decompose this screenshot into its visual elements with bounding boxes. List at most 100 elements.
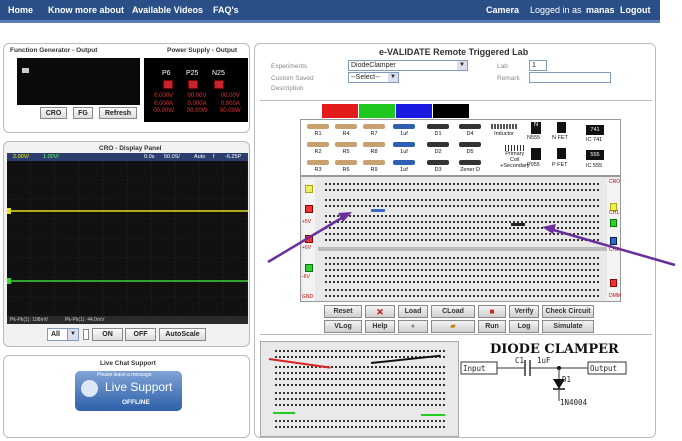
breadboard-component[interactable] bbox=[371, 209, 385, 212]
cro-button[interactable]: CRO bbox=[40, 107, 67, 119]
diode-d1[interactable] bbox=[427, 124, 449, 129]
capacitor-1uf[interactable] bbox=[393, 160, 415, 165]
capacitor-1uf[interactable] bbox=[393, 142, 415, 147]
wire-color-blue[interactable] bbox=[396, 104, 432, 118]
breadboard-hole-row[interactable] bbox=[325, 233, 601, 235]
breadboard-hole-row[interactable] bbox=[325, 205, 601, 207]
resistor-r2[interactable] bbox=[307, 142, 329, 147]
breadboard-hole-row[interactable] bbox=[325, 257, 601, 259]
resistor-r9[interactable] bbox=[363, 160, 385, 165]
nav-know-more-link[interactable]: Know more about bbox=[48, 5, 124, 15]
nav-home-link[interactable]: Home bbox=[8, 5, 33, 15]
run-button[interactable]: Run bbox=[478, 320, 506, 333]
folder-icon-button[interactable]: ▰ bbox=[431, 320, 475, 333]
remark-field[interactable] bbox=[529, 72, 611, 83]
resistor-r7[interactable] bbox=[363, 124, 385, 129]
breadboard-hole-row[interactable] bbox=[325, 221, 601, 223]
autoscale-button[interactable]: AutoScale bbox=[159, 328, 206, 341]
capacitor-1uf[interactable] bbox=[393, 124, 415, 129]
breadboard-hole-row[interactable] bbox=[325, 239, 601, 241]
breadboard-hole-row[interactable] bbox=[325, 295, 601, 297]
fg-button[interactable]: FG bbox=[73, 107, 93, 119]
breadboard-hole-row[interactable] bbox=[325, 289, 601, 291]
cload-button[interactable]: CLoad bbox=[431, 305, 475, 318]
vlog-button[interactable]: VLog bbox=[324, 320, 362, 333]
cro-measure-2: Pk-Pk(1): 44.0mV bbox=[65, 317, 105, 323]
diode-d3[interactable] bbox=[427, 160, 449, 165]
ps-p6-button[interactable] bbox=[163, 80, 173, 89]
simulate-button[interactable]: Simulate bbox=[542, 320, 594, 333]
p-fet[interactable] bbox=[557, 148, 566, 159]
lab-number-field[interactable]: 1 bbox=[529, 60, 547, 71]
breadboard-hole-row[interactable] bbox=[325, 183, 601, 185]
resistor-r5[interactable] bbox=[335, 142, 357, 147]
terminal-label-ch2: CH2 bbox=[609, 247, 620, 253]
cro-off-button[interactable]: OFF bbox=[125, 328, 156, 341]
nav-faq-link[interactable]: FAQ's bbox=[213, 5, 239, 15]
pnp-transistor[interactable] bbox=[531, 148, 541, 160]
wire-color-green[interactable] bbox=[359, 104, 395, 118]
thumb-hole-row bbox=[275, 366, 445, 368]
resistor-r1[interactable] bbox=[307, 124, 329, 129]
resistor-r4[interactable] bbox=[335, 124, 357, 129]
diode-d2[interactable] bbox=[427, 142, 449, 147]
breadboard-hole-row[interactable] bbox=[325, 269, 601, 271]
breadboard[interactable]: +5V +6V -6V GND CRO CH1 CH2 DMM bbox=[300, 176, 621, 302]
breadboard-hole-row[interactable] bbox=[325, 215, 601, 217]
thumb-hole-row bbox=[275, 378, 445, 380]
ic-741[interactable]: 741 bbox=[586, 125, 604, 135]
ps-n25-button[interactable] bbox=[214, 80, 224, 89]
resistor-r3[interactable] bbox=[307, 160, 329, 165]
lab-title: e-VALIDATE Remote Triggered Lab bbox=[379, 47, 529, 57]
ic-555[interactable]: 555 bbox=[586, 150, 604, 160]
inductor[interactable] bbox=[491, 124, 517, 129]
help-button[interactable]: Help bbox=[365, 320, 395, 333]
nav-camera-link[interactable]: Camera bbox=[486, 5, 519, 15]
breadboard-hole-row[interactable] bbox=[325, 199, 601, 201]
save-icon-button[interactable]: ■ bbox=[478, 305, 506, 318]
wire-color-black[interactable] bbox=[433, 104, 469, 118]
load-button[interactable]: Load bbox=[398, 305, 428, 318]
experiment-select[interactable]: DiodeClamper ▼ bbox=[348, 60, 468, 71]
cro-on-button[interactable]: ON bbox=[92, 328, 123, 341]
power-supply-display: P6 P25 N25 0.000V 00.00V 00.00V 0.000A 0.00… bbox=[144, 58, 248, 122]
verify-button[interactable]: Verify bbox=[509, 305, 539, 318]
live-support-banner[interactable]: Please leave a message Live Support OFFL… bbox=[75, 371, 182, 411]
cro-ch1-scale: 2.00V/ bbox=[13, 154, 29, 160]
resistor-r6[interactable] bbox=[335, 160, 357, 165]
breadboard-hole-row[interactable] bbox=[325, 189, 601, 191]
breadboard-hole-row[interactable] bbox=[325, 263, 601, 265]
diode-zener-d[interactable] bbox=[459, 160, 481, 165]
resistor-r8[interactable] bbox=[363, 142, 385, 147]
diode-d5[interactable] bbox=[459, 142, 481, 147]
terminal-label-gnd: GND bbox=[302, 294, 314, 300]
breadboard-thumbnail bbox=[260, 341, 459, 437]
check-circuit-button[interactable]: Check Circuit bbox=[542, 305, 594, 318]
nav-logout-link[interactable]: Logout bbox=[620, 5, 651, 15]
n-fet[interactable] bbox=[557, 122, 566, 133]
cro-panel: CRO - Display Panel 2.00V/ 1.00V/ 0.0s 5… bbox=[3, 141, 250, 347]
diode-d4[interactable] bbox=[459, 124, 481, 129]
ps-p25-button[interactable] bbox=[188, 80, 198, 89]
breadboard-hole-row[interactable] bbox=[325, 227, 601, 229]
breadboard-component[interactable] bbox=[511, 223, 525, 226]
npn-transistor[interactable]: N bbox=[531, 122, 541, 134]
breadboard-hole-row[interactable] bbox=[325, 281, 601, 283]
ps-channel-p6: P6 bbox=[162, 70, 171, 77]
thumb-hole-row bbox=[275, 420, 445, 422]
cro-channel-select[interactable]: All ▼ bbox=[47, 328, 79, 341]
transformer[interactable]: Primary Coil +Secondary bbox=[500, 145, 530, 169]
cro-toggle[interactable] bbox=[83, 329, 89, 340]
wire-color-red[interactable] bbox=[322, 104, 358, 118]
chat-banner-main: Live Support bbox=[105, 380, 173, 394]
delete-icon-button[interactable]: ✕ bbox=[365, 305, 395, 318]
nav-videos-link[interactable]: Available Videos bbox=[132, 5, 203, 15]
refresh-button[interactable]: Refresh bbox=[99, 107, 137, 119]
cro-ch2-scale: 1.00V/ bbox=[43, 154, 59, 160]
reset-button[interactable]: Reset bbox=[324, 305, 362, 318]
custom-saved-select[interactable]: --Select-- ▼ bbox=[348, 72, 399, 83]
lock-icon-button[interactable]: ● bbox=[398, 320, 428, 333]
log-button[interactable]: Log bbox=[509, 320, 539, 333]
breadboard-hole-row[interactable] bbox=[325, 275, 601, 277]
component-label: D5 bbox=[466, 149, 474, 155]
